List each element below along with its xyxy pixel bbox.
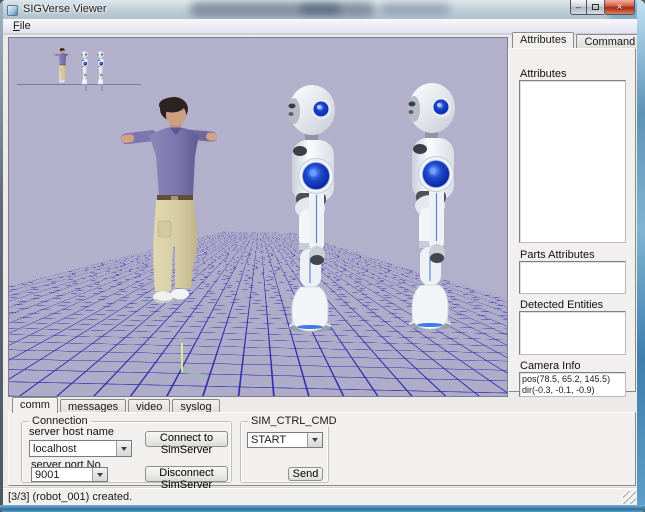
status-message: [3/3] (robot_001) created. <box>8 491 132 503</box>
send-button[interactable]: Send <box>288 467 323 481</box>
aero-glass-blur <box>300 4 340 14</box>
viewport-3d[interactable] <box>8 37 508 397</box>
mini-robot-1[interactable] <box>80 51 90 85</box>
aero-glass-blur <box>190 2 375 17</box>
sim-ctrl-cmd-group-label: SIM_CTRL_CMD <box>248 415 340 427</box>
camera-info-label: Camera Info <box>520 360 581 372</box>
robot-figure-2[interactable] <box>399 81 469 331</box>
tab-syslog[interactable]: syslog <box>172 399 219 413</box>
detected-entities-listbox[interactable] <box>519 311 626 355</box>
detected-entities-label: Detected Entities <box>520 299 603 311</box>
window-title: SIGVerse Viewer <box>23 3 107 15</box>
window-border-left <box>0 0 3 512</box>
mini-robot-shadow <box>101 85 103 91</box>
window-border-bottom <box>0 505 645 512</box>
tab-attributes[interactable]: Attributes <box>512 32 574 48</box>
camera-pos: pos(78.5, 65.2, 145.5) <box>522 374 623 385</box>
sigverse-viewer-window: SIGVerse Viewer – × File <box>0 0 645 512</box>
parts-attributes-listbox[interactable] <box>519 261 626 294</box>
aero-glass-blur <box>380 3 450 15</box>
sim-ctrl-cmd-combobox[interactable]: START <box>247 432 323 448</box>
chevron-down-icon[interactable] <box>307 433 322 447</box>
camera-dir: dir(-0.3, -0.1, -0.9) <box>522 385 623 396</box>
camera-info-box: pos(78.5, 65.2, 145.5) dir(-0.3, -0.1, -… <box>519 372 626 397</box>
menu-file[interactable]: File <box>9 20 35 32</box>
tab-messages[interactable]: messages <box>60 399 126 413</box>
connection-groupbox: Connection server host name localhost se… <box>21 421 232 483</box>
window-border-right <box>637 0 645 512</box>
attributes-label: Attributes <box>520 68 566 80</box>
mini-scene-horizon-line <box>17 84 141 85</box>
origin-axis-y <box>181 343 183 373</box>
disconnect-simserver-button[interactable]: Disconnect SimServer <box>145 466 228 482</box>
minimize-button[interactable]: – <box>570 0 587 15</box>
mini-robot-2[interactable] <box>96 51 106 85</box>
server-port-combobox[interactable]: 9001 <box>31 467 108 482</box>
maximize-button[interactable] <box>587 0 604 15</box>
maximize-icon <box>592 4 599 10</box>
app-icon <box>7 5 18 16</box>
parts-attributes-label: Parts Attributes <box>520 249 595 261</box>
comm-panel: comm messages video syslog Connection se… <box>8 397 636 486</box>
server-host-combobox[interactable]: localhost <box>29 440 132 457</box>
tab-comm[interactable]: comm <box>12 397 58 413</box>
chevron-down-icon[interactable] <box>116 441 131 456</box>
mini-human-avatar[interactable] <box>53 48 70 84</box>
robot-figure-1[interactable] <box>279 83 349 333</box>
status-bar: [3/3] (robot_001) created. <box>3 487 637 505</box>
chevron-down-icon[interactable] <box>92 468 107 481</box>
attributes-listbox[interactable] <box>519 80 626 243</box>
sim-ctrl-cmd-groupbox: SIM_CTRL_CMD START Send <box>240 421 329 483</box>
minimize-icon: – <box>576 2 581 12</box>
close-icon: × <box>617 2 623 13</box>
tab-command[interactable]: Command <box>576 34 643 48</box>
comm-tab-page: Connection server host name localhost se… <box>8 412 636 486</box>
human-avatar[interactable] <box>119 96 219 311</box>
attributes-panel: Attributes Command Attributes Parts Attr… <box>508 32 636 393</box>
attributes-tab-page: Attributes Parts Attributes Detected Ent… <box>508 48 636 392</box>
close-button[interactable]: × <box>604 0 635 15</box>
client-area: Attributes Command Attributes Parts Attr… <box>3 35 637 505</box>
connect-simserver-button[interactable]: Connect to SimServer <box>145 431 228 447</box>
mini-robot-shadow <box>85 85 87 91</box>
resize-grip[interactable] <box>623 491 636 504</box>
tab-video[interactable]: video <box>128 399 170 413</box>
title-bar[interactable]: SIGVerse Viewer – × <box>0 0 645 20</box>
server-host-label: server host name <box>29 426 114 438</box>
